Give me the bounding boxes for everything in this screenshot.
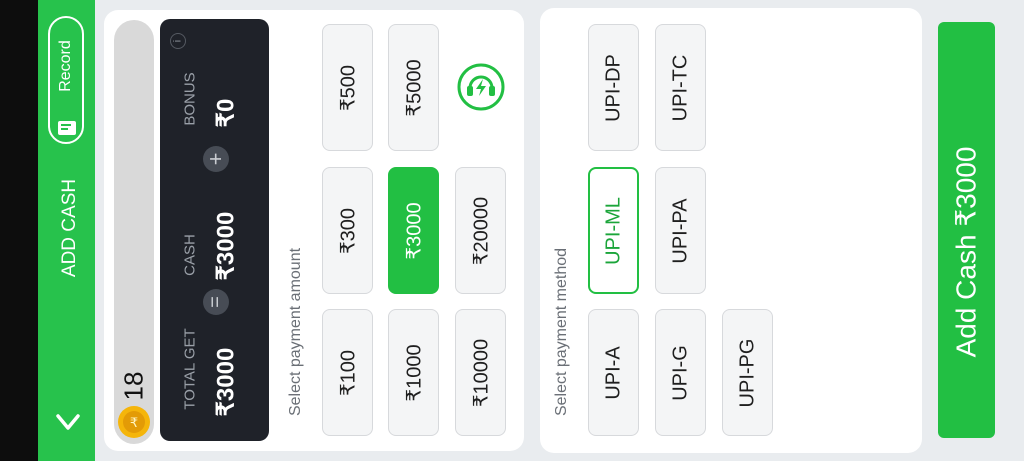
method-option[interactable]: UPI-PA	[655, 167, 706, 294]
amount-option[interactable]: ₹100	[322, 309, 373, 436]
method-option[interactable]: UPI-DP	[588, 24, 639, 151]
amount-section-label: Select payment amount	[287, 247, 304, 417]
svg-text:₹: ₹	[130, 415, 138, 430]
support-button[interactable]	[456, 62, 506, 112]
back-chevron-icon	[56, 414, 80, 430]
plus-icon: +	[203, 146, 229, 172]
add-cash-button[interactable]: Add Cash ₹3000	[938, 22, 995, 438]
cash-label: CASH	[181, 234, 199, 276]
amount-option[interactable]: ₹20000	[455, 167, 506, 294]
coin-icon: ₹	[118, 406, 150, 438]
total-label: TOTAL GET	[181, 328, 199, 410]
cash-value: ₹3000	[212, 211, 240, 281]
amount-option[interactable]: ₹500	[322, 24, 373, 151]
bonus-label: BONUS	[181, 72, 199, 126]
back-button[interactable]	[48, 402, 88, 442]
equals-icon: =	[203, 289, 229, 315]
support-headset-icon	[457, 63, 505, 111]
record-icon	[58, 121, 76, 135]
method-option-selected[interactable]: UPI-ML	[588, 167, 639, 294]
bonus-value: ₹0	[212, 98, 240, 128]
record-button[interactable]: Record	[48, 16, 84, 144]
amount-option[interactable]: ₹10000	[455, 309, 506, 436]
method-option[interactable]: UPI-G	[655, 309, 706, 436]
method-option[interactable]: UPI-PG	[722, 309, 773, 436]
amount-option[interactable]: ₹300	[322, 167, 373, 294]
amount-option[interactable]: ₹5000	[388, 24, 439, 151]
method-section-label: Select payment method	[553, 247, 570, 417]
method-option[interactable]: UPI-TC	[655, 24, 706, 151]
record-label: Record	[57, 40, 74, 92]
coin-balance-value: 18	[118, 371, 149, 401]
amount-option-selected[interactable]: ₹3000	[388, 167, 439, 294]
info-icon[interactable]: i	[170, 33, 186, 49]
total-value: ₹3000	[212, 347, 240, 417]
method-option[interactable]: UPI-A	[588, 309, 639, 436]
page-title: ADD CASH	[59, 178, 80, 278]
coin-balance-bar: ₹ 18	[114, 20, 154, 444]
add-cash-label: Add Cash ₹3000	[950, 146, 982, 358]
amount-option[interactable]: ₹1000	[388, 309, 439, 436]
summary-panel: i TOTAL GET ₹3000 = CASH ₹3000 + BONUS ₹…	[160, 19, 269, 441]
